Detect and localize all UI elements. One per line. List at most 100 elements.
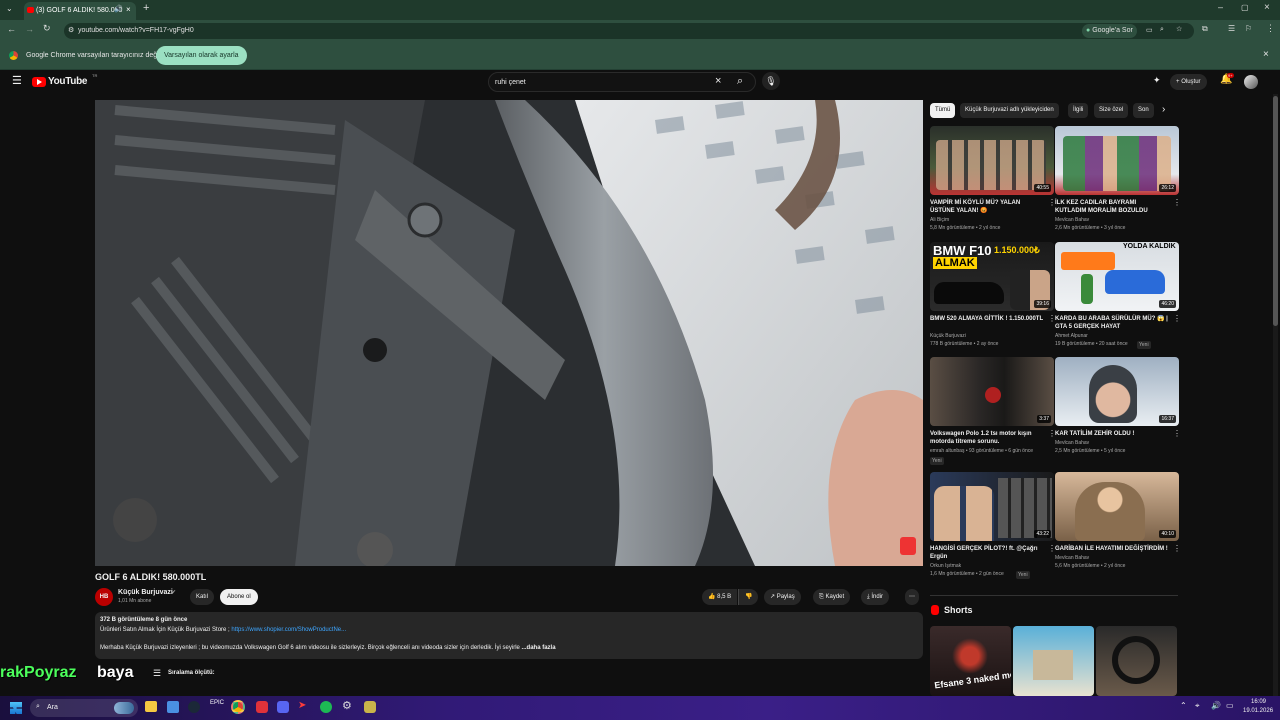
back-icon[interactable]: ←: [7, 24, 16, 34]
download-button[interactable]: ⤓ İndir: [861, 589, 889, 605]
save-button[interactable]: ⎘ Kaydet: [813, 589, 851, 605]
rec-channel[interactable]: Orkun Işıtmak: [930, 563, 961, 569]
windows-start-icon[interactable]: [10, 702, 22, 714]
install-app-icon[interactable]: ▭: [1146, 26, 1153, 34]
minimize-icon[interactable]: –: [1218, 2, 1223, 12]
rec-channel[interactable]: Mevlcan Bahav: [1055, 440, 1089, 446]
forward-icon[interactable]: →: [25, 24, 34, 34]
like-button[interactable]: 👍 8,5 B: [702, 589, 738, 605]
rec-channel[interactable]: Küçük Burjuvazi: [930, 333, 966, 339]
photos-icon[interactable]: [167, 701, 179, 713]
video-thumbnail[interactable]: 40:55: [930, 126, 1054, 195]
extensions-icon[interactable]: ⧉: [1202, 24, 1208, 34]
rec-title[interactable]: VAMPİR Mİ KÖYLÜ MÜ? YALAN ÜSTÜNE YALAN! …: [930, 199, 1044, 215]
reload-icon[interactable]: ↻: [43, 23, 51, 34]
maximize-icon[interactable]: ▢: [1241, 3, 1249, 12]
video-thumbnail[interactable]: YOLDA KALDIK 46:20: [1055, 242, 1179, 311]
search-input[interactable]: ruhi çenet: [495, 79, 526, 86]
clear-search-icon[interactable]: ×: [715, 75, 721, 87]
rec-channel[interactable]: Mevlcan Bahav: [1055, 555, 1089, 561]
video-thumbnail[interactable]: BMW F10 1.150.000₺ ALMAK 39:16: [930, 242, 1054, 311]
battery-icon[interactable]: ▭: [1226, 701, 1234, 710]
rec-title[interactable]: KAR TATİLİM ZEHİR OLDU !: [1055, 430, 1169, 438]
chip-recent[interactable]: Son: [1133, 103, 1154, 118]
address-bar[interactable]: ⚙ youtube.com/watch?v=FH17-vgFgH0 ● Goog…: [64, 23, 1194, 39]
video-thumbnail[interactable]: 40:10: [1055, 472, 1179, 541]
video-thumbnail[interactable]: 26:12: [1055, 126, 1179, 195]
app-icon-gear[interactable]: ⚙: [342, 699, 352, 712]
subscribe-button[interactable]: Abone ol: [220, 589, 258, 605]
chrome-taskbar-icon[interactable]: [231, 700, 245, 714]
account-avatar[interactable]: [1244, 75, 1258, 89]
scrollbar-thumb[interactable]: [1273, 96, 1278, 326]
clock-date[interactable]: 19.01.2026: [1243, 708, 1273, 714]
rec-channel[interactable]: Mevlcan Bahav: [1055, 217, 1089, 223]
share-button[interactable]: ↗ Paylaş: [764, 589, 801, 605]
sort-icon[interactable]: ☰: [153, 668, 161, 679]
tab-search-icon[interactable]: ⌄: [6, 4, 13, 13]
short-card[interactable]: Efsane 3 naked motor: [930, 626, 1011, 696]
bookmark-star-icon[interactable]: ☆: [1176, 25, 1182, 33]
video-thumbnail[interactable]: 43:22: [930, 472, 1054, 541]
discord-icon[interactable]: [277, 701, 289, 713]
more-actions-icon[interactable]: ⋮: [1173, 198, 1181, 207]
rec-title[interactable]: BMW 520 ALMAYA GİTTİK ! 1.150.000TL: [930, 315, 1044, 323]
chip-from-uploader[interactable]: Küçük Burjuvazi adlı yükleyiciden: [960, 103, 1059, 118]
dislike-button[interactable]: 👎: [738, 589, 759, 605]
show-more-link[interactable]: ...daha fazla: [522, 645, 556, 651]
close-window-icon[interactable]: ×: [1264, 2, 1270, 13]
more-actions-button[interactable]: ⋯: [905, 589, 919, 605]
speaker-icon[interactable]: 🔊: [114, 5, 123, 13]
description-link[interactable]: https://www.shopier.com/ShowProductNe...: [231, 627, 346, 633]
tab-close-icon[interactable]: ×: [126, 5, 131, 14]
tab-groups-icon[interactable]: ☰: [1228, 24, 1235, 33]
chips-next-icon[interactable]: ›: [1162, 104, 1165, 115]
premium-icon[interactable]: ✦: [1153, 75, 1161, 86]
browser-tab-active[interactable]: (3) GOLF 6 ALDIK! 580.000 🔊 ×: [24, 2, 136, 20]
video-thumbnail[interactable]: 16:37: [1055, 357, 1179, 426]
app-icon-yellow[interactable]: [364, 701, 376, 713]
taskbar-search[interactable]: ⌕ Ara: [30, 699, 138, 717]
chip-for-you[interactable]: Size özel: [1094, 103, 1129, 118]
clock-time[interactable]: 16:09: [1251, 699, 1266, 705]
new-tab-icon[interactable]: +: [143, 2, 149, 14]
rec-title[interactable]: GARİBAN İLE HAYATIMI DEĞİŞTİRDİM !: [1055, 545, 1169, 553]
create-button[interactable]: + Oluştur: [1170, 74, 1207, 90]
infobar-close-icon[interactable]: ×: [1263, 49, 1269, 60]
video-thumbnail[interactable]: 3:37: [930, 357, 1054, 426]
site-info-icon[interactable]: ⚙: [68, 26, 74, 34]
app-icon-red[interactable]: [256, 701, 268, 713]
rec-title[interactable]: HANGİSİ GERÇEK PİLOT?! ft. @Çağrı Ergün: [930, 545, 1044, 561]
rec-title[interactable]: KARDA BU ARABA SÜRÜLÜR MÜ? 😱 | GTA 5 GER…: [1055, 315, 1169, 331]
tray-overflow-icon[interactable]: ⌃: [1180, 701, 1187, 710]
spotify-icon[interactable]: [320, 701, 332, 713]
rec-channel[interactable]: Ali Biçim: [930, 217, 949, 223]
search-box[interactable]: ruhi çenet × ⌕: [488, 72, 756, 92]
channel-name[interactable]: Küçük Burjuvazi: [118, 589, 173, 596]
app-icon-arrow[interactable]: ➤: [298, 700, 306, 711]
video-player[interactable]: [95, 100, 923, 566]
set-default-button[interactable]: Varsayılan olarak ayarla: [156, 46, 247, 65]
search-icon[interactable]: ⌕: [737, 75, 743, 88]
rec-title[interactable]: Volkswagen Polo 1.2 tsı motor kışın moto…: [930, 430, 1044, 446]
voice-search-icon[interactable]: 🎙: [762, 72, 780, 90]
epic-games-icon[interactable]: EPIC: [210, 700, 224, 706]
file-explorer-icon[interactable]: [145, 701, 157, 712]
rec-channel-name[interactable]: emrah altunbaş: [930, 448, 964, 454]
profile-sync-icon[interactable]: ⚐: [1245, 24, 1252, 33]
guide-menu-icon[interactable]: ☰: [12, 74, 22, 87]
chip-related[interactable]: İlgili: [1068, 103, 1089, 118]
rec-title[interactable]: İLK KEZ CADILAR BAYRAMI KUTLADIM MORALİM…: [1055, 199, 1169, 215]
browser-menu-icon[interactable]: ⋮: [1266, 23, 1275, 34]
zoom-icon[interactable]: ⌕: [1160, 26, 1164, 34]
volume-icon[interactable]: 🔊: [1211, 701, 1221, 710]
taskbar-search-input[interactable]: Ara: [47, 704, 58, 711]
google-ask-chip[interactable]: ● Google'a Sor: [1082, 24, 1137, 38]
description-box[interactable]: 372 B görüntüleme 8 gün önce Ürünleri Sa…: [95, 612, 923, 659]
more-actions-icon[interactable]: ⋮: [1173, 314, 1181, 323]
chip-all[interactable]: Tümü: [930, 103, 956, 118]
page-scrollbar[interactable]: [1273, 94, 1278, 696]
rec-channel[interactable]: Ahmet Alpunar: [1055, 333, 1088, 339]
short-card[interactable]: [1013, 626, 1094, 696]
channel-avatar[interactable]: HB: [95, 588, 113, 606]
